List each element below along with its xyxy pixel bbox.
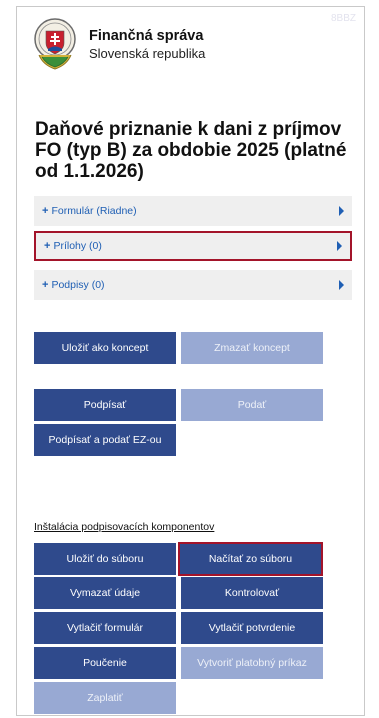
- expand-plus-icon: +: [44, 240, 51, 252]
- save-draft-button[interactable]: Uložiť ako koncept: [34, 332, 176, 364]
- header: Finančná správa Slovenská republika: [33, 17, 205, 71]
- page-title: Daňové priznanie k dani z príjmov FO (ty…: [35, 119, 347, 182]
- caret-right-icon: [337, 241, 342, 251]
- caret-right-icon: [339, 280, 344, 290]
- section-prilohy[interactable]: + Prílohy (0): [34, 231, 352, 261]
- instructions-button[interactable]: Poučenie: [34, 647, 176, 679]
- section-podpisy[interactable]: + Podpisy (0): [34, 270, 352, 300]
- sign-submit-ez-button[interactable]: Podpísať a podať EZ-ou: [34, 424, 176, 456]
- print-confirmation-button[interactable]: Vytlačiť potvrdenie: [181, 612, 323, 644]
- section-label: Podpisy (0): [51, 279, 105, 291]
- brand-subtitle: Slovenská republika: [89, 45, 206, 61]
- load-from-file-button[interactable]: Načítať zo súboru: [178, 542, 323, 576]
- coat-of-arms-icon: [34, 18, 76, 70]
- expand-plus-icon: +: [42, 205, 49, 217]
- section-label: Prílohy (0): [53, 240, 102, 252]
- print-form-button[interactable]: Vytlačiť formulár: [34, 612, 176, 644]
- submit-button[interactable]: Podať: [181, 389, 323, 421]
- sign-button[interactable]: Podpísať: [34, 389, 176, 421]
- section-label: Formulár (Riadne): [51, 205, 137, 217]
- create-payment-button[interactable]: Vytvoriť platobný príkaz: [181, 647, 323, 679]
- pay-button[interactable]: Zaplatiť: [34, 682, 176, 714]
- caret-right-icon: [339, 206, 344, 216]
- section-formular[interactable]: + Formulár (Riadne): [34, 196, 352, 226]
- delete-draft-button[interactable]: Zmazať koncept: [181, 332, 323, 364]
- expand-plus-icon: +: [42, 279, 49, 291]
- clear-data-button[interactable]: Vymazať údaje: [34, 577, 176, 609]
- form-window: 8BBZ Finančná správa Slovenská republika…: [16, 6, 365, 716]
- save-to-file-button[interactable]: Uložiť do súboru: [34, 543, 176, 575]
- check-button[interactable]: Kontrolovať: [181, 577, 323, 609]
- brand-title: Finančná správa: [89, 27, 204, 44]
- corner-code: 8BBZ: [330, 13, 356, 24]
- install-components-link[interactable]: Inštalácia podpisovacích komponentov: [34, 521, 214, 533]
